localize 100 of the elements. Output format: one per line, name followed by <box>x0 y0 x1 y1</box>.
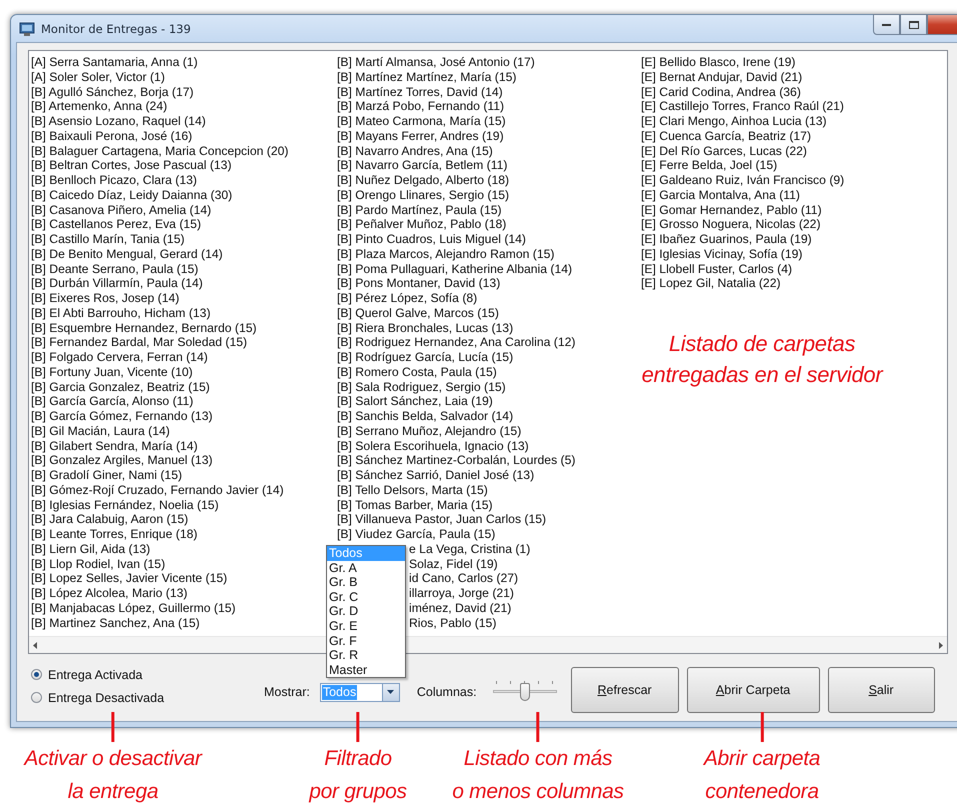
radio-label[interactable]: Entrega Desactivada <box>48 690 164 704</box>
list-item[interactable]: [E] Garcia Montalva, Ana (11) <box>641 188 947 202</box>
list-item[interactable]: [B] Poma Pullaguari, Katherine Albania (14) <box>337 262 641 276</box>
list-item[interactable]: [B] Viudez García, Paula (15) <box>337 527 641 542</box>
list-item[interactable]: [B] Martí Almansa, José Antonio (17) <box>337 55 641 70</box>
list-item[interactable]: [B] Pons Montaner, David (13) <box>337 276 641 291</box>
list-item[interactable]: [B] Pinto Cuadros, Luis Miguel (14) <box>337 232 641 247</box>
list-item[interactable]: [B] Gradolí Giner, Nami (15) <box>31 468 337 483</box>
list-item[interactable]: [B] Jara Calabuig, Aaron (15) <box>31 512 337 527</box>
list-item[interactable]: [E] Del Río Garces, Lucas (22) <box>641 144 947 158</box>
list-item[interactable]: [B] Beltran Cortes, Jose Pascual (13) <box>31 158 337 173</box>
list-item[interactable]: [B] Baixauli Perona, José (16) <box>31 128 337 144</box>
list-item[interactable]: [E] Carid Codina, Andrea (36) <box>641 84 947 100</box>
list-item[interactable]: [B] Eixeres Ros, Josep (14) <box>31 291 337 306</box>
list-item[interactable]: [B] Martínez Torres, David (14) <box>337 84 641 100</box>
list-item[interactable]: [B] Iglesias Fernández, Noelia (15) <box>31 498 337 512</box>
list-item[interactable]: [B] Gil Macián, Laura (14) <box>31 424 337 438</box>
maximize-icon[interactable] <box>908 20 918 28</box>
list-item[interactable]: [B] Salort Sánchez, Laia (19) <box>337 394 641 409</box>
list-item[interactable]: [E] Lopez Gil, Natalia (22) <box>641 276 947 291</box>
list-item[interactable]: [B] Romero Costa, Paula (15) <box>337 364 641 380</box>
list-item[interactable]: [B] Marzá Pobo, Fernando (11) <box>337 99 641 114</box>
list-item[interactable]: [B] Castellanos Perez, Eva (15) <box>31 217 337 232</box>
dropdown-option[interactable]: Gr. R <box>327 648 405 663</box>
list-item[interactable]: [B] Rodriguez Hernandez, Ana Carolina (12) <box>337 335 641 350</box>
list-item[interactable]: [B] Mayans Ferrer, Andres (19) <box>337 128 641 144</box>
list-item[interactable]: [B] Esquembre Hernandez, Bernardo (15) <box>31 320 337 336</box>
list-item[interactable]: [B] Plaza Marcos, Alejandro Ramon (15) <box>337 246 641 262</box>
list-item[interactable]: [B] Mateo Carmona, María (15) <box>337 114 641 129</box>
list-item[interactable]: [B] De Benito Mengual, Gerard (14) <box>31 246 337 262</box>
list-item[interactable]: [B] Riera Bronchales, Lucas (13) <box>337 320 641 336</box>
list-item[interactable]: [B] Pérez López, Sofía (8) <box>337 291 641 306</box>
dropdown-option[interactable]: Gr. A <box>327 560 405 576</box>
radio-button[interactable] <box>31 669 42 680</box>
list-item[interactable]: [B] Tomas Barber, Maria (15) <box>337 498 641 512</box>
action-button[interactable]: Abrir Carpeta <box>686 666 820 712</box>
list-item[interactable]: [B] Nuñez Delgado, Alberto (18) <box>337 173 641 188</box>
list-item[interactable]: [B] Sala Rodriguez, Sergio (15) <box>337 380 641 394</box>
list-item[interactable]: [B] García Gómez, Fernando (13) <box>31 409 337 424</box>
dropdown-arrow-icon[interactable] <box>387 690 394 694</box>
list-item[interactable]: [B] Gonzalez Argiles, Manuel (13) <box>31 453 337 468</box>
list-item[interactable]: [E] Iglesias Vicinay, Sofía (19) <box>641 246 947 262</box>
dropdown-option[interactable]: Gr. C <box>327 590 405 604</box>
list-item[interactable]: [B] Artemenko, Anna (24) <box>31 99 337 114</box>
scroll-right-icon[interactable] <box>939 642 943 648</box>
list-item[interactable]: [A] Serra Santamaria, Anna (1) <box>31 55 337 70</box>
list-item[interactable]: [B] Balaguer Cartagena, Maria Concepcion (20) <box>31 144 337 158</box>
radio-button[interactable] <box>31 692 42 703</box>
list-item[interactable]: [B] Castillo Marín, Tania (15) <box>31 232 337 247</box>
dropdown-list[interactable]: Todos Gr. A Gr. B Gr. C Gr. D Gr. E Gr. F Gr. R Master <box>326 545 406 678</box>
list-item[interactable]: [E] Castillejo Torres, Franco Raúl (21) <box>641 99 947 114</box>
list-item[interactable]: [B] El Abti Barrouho, Hicham (13) <box>31 306 337 320</box>
list-item[interactable]: [B] Serrano Muñoz, Alejandro (15) <box>337 424 641 438</box>
list-item[interactable]: [B] García García, Alonso (11) <box>31 394 337 409</box>
list-item[interactable]: [E] Llobell Fuster, Carlos (4) <box>641 262 947 276</box>
list-item[interactable]: [B] Peñalver Muñoz, Pablo (18) <box>337 217 641 232</box>
radio-label[interactable]: Entrega Activada <box>48 668 143 682</box>
list-item[interactable]: [B] Gómez-Rojí Cruzado, Fernando Javier (14) <box>31 482 337 498</box>
scroll-left-icon[interactable] <box>33 642 37 648</box>
dropdown-option[interactable]: Master <box>327 662 405 678</box>
list-item[interactable]: [B] Pardo Martínez, Paula (15) <box>337 202 641 218</box>
list-item[interactable]: [B] Fernandez Bardal, Mar Soledad (15) <box>31 335 337 350</box>
minimize-icon[interactable] <box>882 22 892 26</box>
list-item[interactable]: [B] Casanova Piñero, Amelia (14) <box>31 202 337 218</box>
list-item[interactable]: [B] Benlloch Picazo, Clara (13) <box>31 173 337 188</box>
list-item[interactable]: [A] Soler Soler, Victor (1) <box>31 70 337 84</box>
list-item[interactable]: [B] Folgado Cervera, Ferran (14) <box>31 350 337 365</box>
list-item[interactable]: [E] Galdeano Ruiz, Iván Francisco (9) <box>641 173 947 188</box>
list-item[interactable]: [B] Durbán Villarmín, Paula (14) <box>31 276 337 291</box>
list-item[interactable]: [E] Cuenca García, Beatriz (17) <box>641 128 947 144</box>
list-item[interactable]: [B] Sánchez Martinez-Corbalán, Lourdes (5) <box>337 453 641 468</box>
list-item[interactable]: [B] Querol Galve, Marcos (15) <box>337 306 641 320</box>
list-item[interactable]: [B] Martínez Martínez, María (15) <box>337 70 641 84</box>
list-item[interactable]: [B] Sanchis Belda, Salvador (14) <box>337 409 641 424</box>
list-item[interactable]: [B] Garcia Gonzalez, Beatriz (15) <box>31 380 337 394</box>
dropdown-option[interactable]: Gr. F <box>327 634 405 648</box>
list-item[interactable]: [E] Bellido Blasco, Irene (19) <box>641 55 947 70</box>
list-item[interactable]: [B] Deante Serrano, Paula (15) <box>31 262 337 276</box>
minimize-button[interactable] <box>873 14 900 35</box>
dropdown-option[interactable]: Gr. B <box>327 575 405 590</box>
list-item[interactable]: [B] Asensio Lozano, Raquel (14) <box>31 114 337 129</box>
list-item[interactable]: [E] Ferre Belda, Joel (15) <box>641 158 947 173</box>
list-item[interactable]: [B] Navarro García, Betlem (11) <box>337 158 641 173</box>
list-item[interactable]: [E] Clari Mengo, Ainhoa Lucia (13) <box>641 114 947 129</box>
maximize-button[interactable] <box>900 14 927 35</box>
list-item[interactable]: [B] Rodríguez García, Lucía (15) <box>337 350 641 365</box>
slider-thumb[interactable] <box>520 683 530 701</box>
list-item[interactable]: [B] Villanueva Pastor, Juan Carlos (15) <box>337 512 641 527</box>
list-item[interactable]: [B] Solera Escorihuela, Ignacio (13) <box>337 438 641 454</box>
dropdown-option[interactable]: Gr. E <box>327 618 405 634</box>
list-item[interactable]: [B] Navarro Andres, Ana (15) <box>337 144 641 158</box>
columns-slider[interactable] <box>492 679 557 703</box>
action-button[interactable]: Refrescar <box>570 666 679 712</box>
list-item[interactable]: [B] Sánchez Sarrió, Daniel José (13) <box>337 468 641 483</box>
list-item[interactable]: [B] Caicedo Díaz, Leidy Daianna (30) <box>31 188 337 202</box>
list-item[interactable]: [E] Ibañez Guarinos, Paula (19) <box>641 232 947 247</box>
list-item[interactable]: [B] Fortuny Juan, Vicente (10) <box>31 364 337 380</box>
action-button[interactable]: Salir <box>828 666 935 712</box>
dropdown-option[interactable]: Gr. D <box>327 604 405 619</box>
list-item[interactable]: [E] Bernat Andujar, David (21) <box>641 70 947 84</box>
